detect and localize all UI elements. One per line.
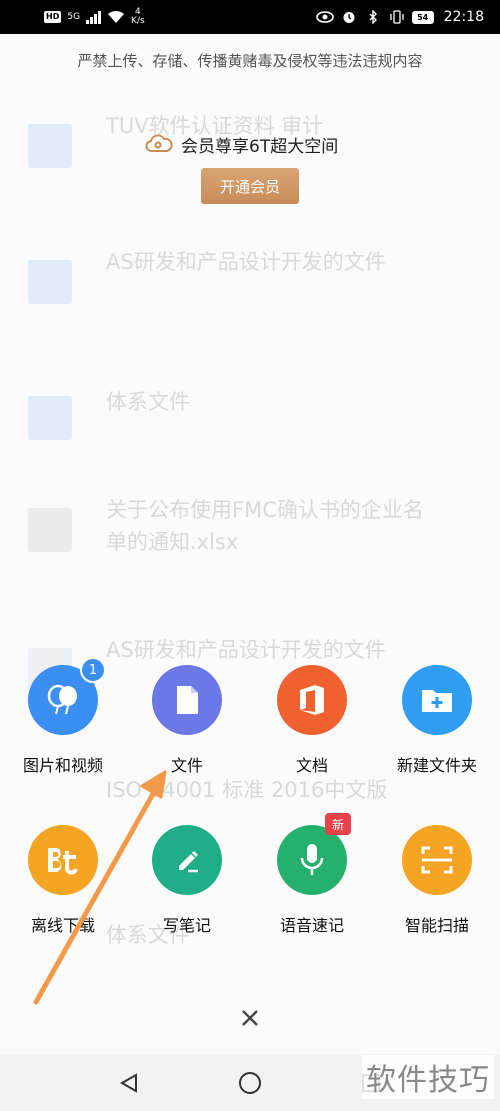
eye-icon	[315, 10, 334, 24]
action-write-note[interactable]: 写笔记	[132, 825, 242, 936]
action-voice-memo[interactable]: 新 语音速记	[257, 813, 367, 936]
list-item: 体系文件	[28, 386, 468, 456]
action-label: 文件	[170, 756, 203, 775]
alarm-icon	[340, 10, 358, 24]
close-button[interactable]	[232, 1000, 268, 1036]
office-icon	[277, 665, 347, 735]
new-badge: 新	[325, 813, 351, 835]
action-smart-scan[interactable]: 智能扫描	[382, 825, 492, 936]
list-item: AS研发和产品设计开发的文件	[28, 246, 468, 336]
status-bar: HD 5G 4 K/s 54 22:18	[0, 0, 500, 34]
network-speed: 4 K/s	[131, 8, 145, 26]
action-label: 新建文件夹	[396, 756, 477, 775]
action-new-folder[interactable]: 新建文件夹	[382, 665, 492, 776]
scan-icon	[402, 825, 472, 895]
activate-vip-button[interactable]: 开通会员	[201, 168, 299, 204]
action-file[interactable]: 文件	[132, 665, 242, 776]
bt-icon	[28, 825, 98, 895]
balloons-icon: 1	[28, 657, 106, 735]
speed-unit: K/s	[131, 16, 145, 26]
home-icon	[239, 1071, 261, 1094]
vip-promo: 会员尊享6T超大空间	[145, 132, 338, 157]
action-label: 离线下载	[30, 916, 95, 935]
document-icon	[152, 665, 222, 735]
action-label: 语音速记	[279, 916, 344, 935]
clock: 22:18	[443, 9, 484, 25]
microphone-icon: 新	[277, 813, 351, 895]
compliance-notice: 严禁上传、存储、传播黄赌毒及侵权等违法违规内容	[77, 52, 423, 70]
vibrate-icon	[388, 10, 406, 24]
file-thumbnail	[28, 508, 72, 552]
folder-thumbnail	[28, 124, 72, 168]
wifi-icon	[107, 10, 125, 24]
battery-icon: 54	[411, 10, 434, 24]
action-label: 图片和视频	[22, 756, 103, 775]
promo-text: 会员尊享6T超大空间	[181, 137, 339, 157]
notification-badge: 1	[80, 657, 106, 683]
action-offline-download[interactable]: 离线下载	[8, 825, 118, 936]
list-item-title: AS研发和产品设计开发的文件	[106, 638, 386, 662]
back-button[interactable]	[116, 1070, 142, 1096]
hd-badge: HD	[44, 11, 62, 23]
signal-icon	[86, 10, 102, 24]
home-button[interactable]	[237, 1070, 263, 1096]
network-type: 5G	[67, 12, 81, 22]
list-item-title: ISO 14001 标准 2016中文版	[106, 778, 388, 802]
list-item-title: 关于公布使用FMC确认书的企业名单的通知.xlsx	[106, 498, 424, 554]
action-document[interactable]: 文档	[257, 665, 367, 776]
watermark: 软件技巧	[362, 1055, 494, 1099]
action-label: 智能扫描	[404, 916, 469, 935]
folder-thumbnail	[28, 260, 72, 304]
pencil-icon	[152, 825, 222, 895]
action-photos-videos[interactable]: 1 图片和视频	[8, 657, 118, 776]
folder-thumbnail	[28, 396, 72, 440]
new-folder-icon	[402, 665, 472, 735]
close-icon	[242, 1010, 258, 1026]
bluetooth-icon	[364, 10, 382, 24]
cloud-icon	[145, 133, 173, 157]
list-item-title: AS研发和产品设计开发的文件	[106, 250, 386, 274]
action-label: 文档	[295, 756, 328, 775]
back-icon	[119, 1072, 137, 1093]
action-label: 写笔记	[162, 916, 211, 935]
list-item-title: 体系文件	[106, 390, 190, 414]
list-item: 关于公布使用FMC确认书的企业名单的通知.xlsx	[28, 494, 468, 604]
